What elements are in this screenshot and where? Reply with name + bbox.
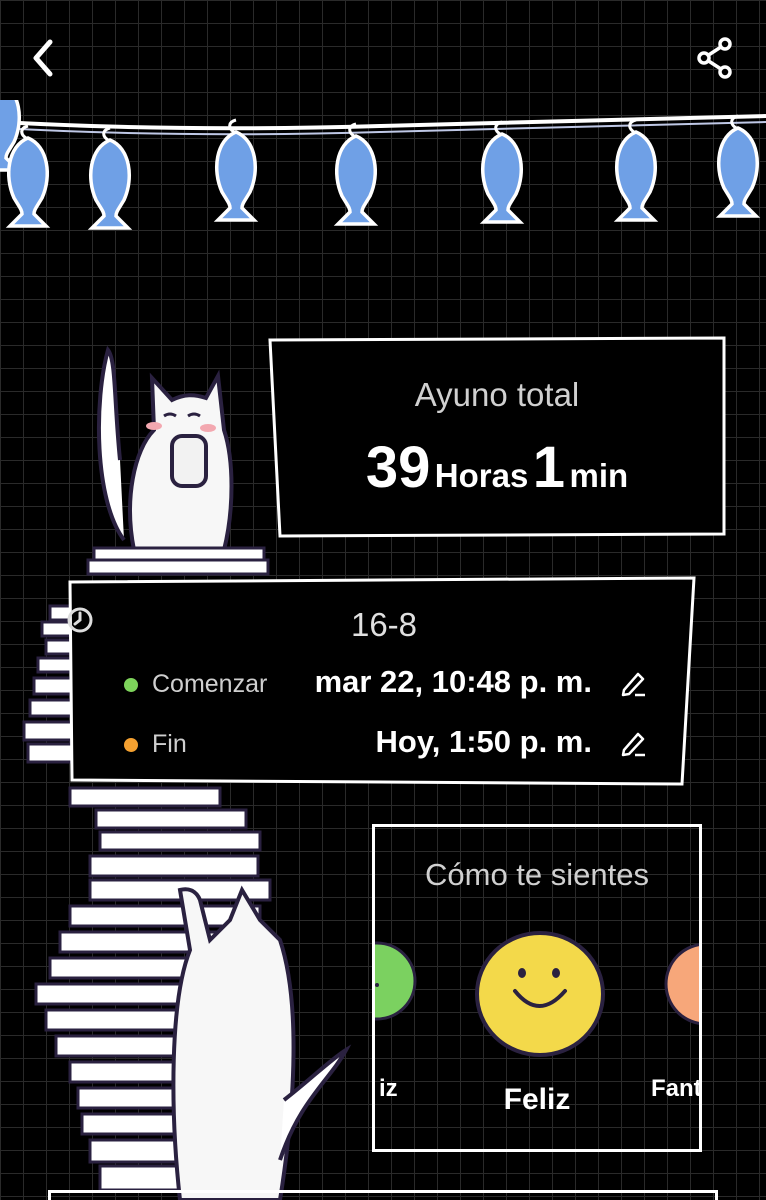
mood-label-right: Fant — [651, 1075, 702, 1102]
edit-start-pencil-icon[interactable] — [618, 668, 648, 698]
total-fast-title: Ayuno total — [414, 376, 580, 413]
end-value[interactable]: Hoy, 1:50 p. m. — [376, 724, 593, 760]
cat-climbing-books-illustration — [34, 786, 352, 1200]
fasting-plan-card: 16-8 Comenzar mar 22, 10:48 p. m. Fin Ho… — [66, 576, 698, 788]
start-dot — [124, 678, 138, 692]
next-card-edge — [48, 1190, 718, 1200]
mood-face-left[interactable] — [372, 939, 419, 1023]
hours-value: 39 — [365, 435, 431, 500]
mood-title: Cómo te sientes — [425, 857, 649, 892]
mood-card: Cómo te sientes iz Feliz Fant — [372, 824, 702, 1152]
start-value[interactable]: mar 22, 10:48 p. m. — [315, 664, 592, 700]
mood-face-happy[interactable] — [473, 929, 607, 1059]
start-row: Comenzar mar 22, 10:48 p. m. — [120, 664, 648, 704]
start-label: Comenzar — [152, 670, 268, 698]
mood-face-right[interactable] — [661, 939, 702, 1029]
minutes-unit: min — [569, 457, 629, 494]
hours-unit: Horas — [434, 457, 529, 494]
total-fast-card: Ayuno total 39 Horas 1 min — [268, 336, 726, 538]
end-row: Fin Hoy, 1:50 p. m. — [120, 724, 648, 764]
minutes-value: 1 — [532, 435, 566, 500]
edit-end-pencil-icon[interactable] — [618, 728, 648, 758]
share-button[interactable] — [690, 34, 738, 82]
back-button[interactable] — [26, 36, 66, 80]
share-icon — [697, 37, 732, 79]
cat-reading-illustration — [86, 345, 270, 576]
total-fast-value: 39 Horas 1 min — [268, 434, 726, 501]
chevron-left-icon — [33, 39, 53, 77]
fish-garland-decoration — [0, 100, 766, 230]
plan-name: 16-8 — [350, 606, 418, 643]
end-dot — [124, 738, 138, 752]
end-label: Fin — [152, 730, 187, 758]
plan-title[interactable]: 16-8 — [66, 606, 698, 644]
